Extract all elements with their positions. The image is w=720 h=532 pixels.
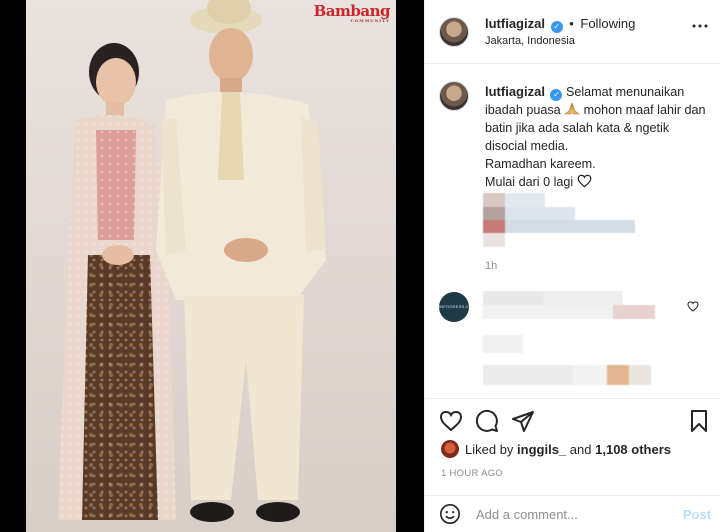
post-location[interactable]: Jakarta, Indonesia [485,35,575,47]
likes-count[interactable]: 1,108 others [595,442,671,457]
comment-bubble-icon[interactable] [475,409,499,433]
comment-input[interactable]: Add a comment... [476,507,578,522]
like-heart-icon[interactable] [439,409,463,433]
caption-username[interactable]: lutfiagizal [485,84,545,99]
post-photo: Bambang COMMUNITY [26,0,396,532]
comment-like-heart-icon[interactable] [687,301,699,312]
emoji-icon[interactable] [439,503,461,525]
likes-summary: Liked by inggils_ and 1,108 others [441,440,671,458]
praying-hands-icon [564,102,581,115]
post-media[interactable]: Bambang COMMUNITY [0,0,424,532]
post-comment-button[interactable]: Post [683,507,711,522]
post-header: lutfiagizal ✓ • Following Jakarta, Indon… [425,0,720,64]
pixelated-comment-block [483,335,655,390]
watermark-logo: Bambang COMMUNITY [313,2,391,23]
post-actions-bar [425,398,720,444]
heart-outline-icon [577,174,592,188]
author-avatar[interactable] [439,17,469,47]
liker-username[interactable]: inggils_ [517,442,566,457]
pixelated-comment-block [483,291,655,327]
pixelated-comment-block [483,193,643,248]
following-status[interactable]: Following [580,16,635,31]
more-options-icon[interactable] [692,24,708,28]
author-username[interactable]: lutfiagizal [485,16,545,31]
commenter-avatar[interactable]: INFOGRESS.CO [439,292,472,322]
verified-badge-icon: ✓ [550,21,563,33]
comments-area[interactable]: lutfiagizal ✓ Selamat menunaikan ibadah … [425,65,720,398]
separator-dot: • [569,16,574,31]
caption-author-avatar[interactable] [439,81,469,111]
post-caption: lutfiagizal ✓ Selamat menunaikan ibadah … [485,83,707,191]
save-bookmark-icon[interactable] [687,409,711,433]
post-sidebar: lutfiagizal ✓ • Following Jakarta, Indon… [424,0,720,532]
couple-photo-illustration [58,0,326,522]
verified-badge-icon: ✓ [550,89,563,101]
liker-avatar[interactable] [441,440,459,458]
caption-timestamp: 1h [485,260,498,272]
post-time-ago[interactable]: 1 HOUR AGO [441,468,503,479]
add-comment-bar: Add a comment... Post [425,495,720,532]
share-direct-icon[interactable] [511,409,535,433]
